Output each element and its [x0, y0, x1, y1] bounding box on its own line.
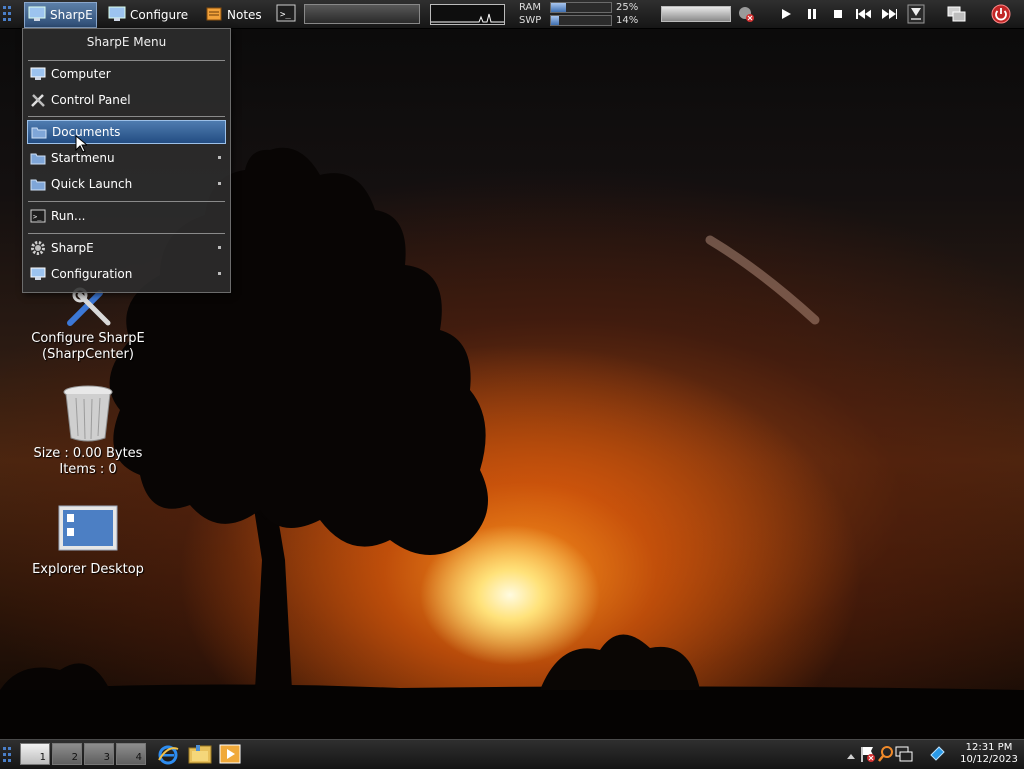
explorer-desktop-label: Explorer Desktop: [32, 562, 144, 577]
media-player-taskbar-icon[interactable]: [219, 744, 241, 767]
configure-sharpe-shortcut[interactable]: Configure SharpE (SharpCenter): [3, 285, 173, 363]
ram-label: RAM: [519, 2, 542, 13]
configure-button[interactable]: Configure: [104, 2, 192, 28]
swp-percent: 14%: [616, 15, 639, 26]
swp-meter-fill: [551, 16, 560, 25]
recycle-size-label: Size : 0.00 Bytes: [33, 446, 143, 461]
terminal-icon: >_: [30, 208, 46, 224]
sharpe-label: SharpE: [50, 8, 93, 22]
notes-icon: [205, 6, 223, 25]
next-icon[interactable]: [881, 6, 897, 22]
sharpe-menu: SharpE Menu Computer Control Panel Docum…: [22, 28, 231, 293]
trash-icon: [3, 384, 173, 446]
monitor-icon: [108, 6, 126, 25]
menu-item-label: Configuration: [51, 267, 133, 281]
ram-percent: 25%: [616, 2, 639, 13]
menu-item-label: Computer: [51, 67, 111, 81]
menu-separator: [28, 60, 225, 61]
submenu-indicator: [218, 272, 221, 275]
notes-button[interactable]: Notes: [201, 2, 266, 28]
play-icon[interactable]: [778, 6, 794, 22]
workspace-number: 2: [71, 752, 78, 763]
bottom-taskbar: 1 2 3 4 12:31 PM 10/12/2023: [0, 739, 1024, 769]
workspace-2[interactable]: 2: [52, 743, 82, 765]
stop-icon[interactable]: [830, 6, 846, 22]
clock-date: 10/12/2023: [960, 754, 1018, 765]
menu-item-sharpe[interactable]: SharpE: [27, 236, 226, 260]
top-taskbar: SharpE Configure Notes >_ RAM SWP 25% 14…: [0, 0, 1024, 29]
ram-meter-fill: [551, 3, 566, 12]
menu-item-label: Run...: [51, 209, 86, 223]
show-windows-icon[interactable]: [947, 5, 967, 23]
explorer-desktop-icon: [3, 504, 173, 562]
internet-explorer-icon[interactable]: [157, 743, 179, 768]
menu-item-label: Control Panel: [51, 93, 131, 107]
swp-label: SWP: [519, 15, 542, 26]
search-icon[interactable]: [878, 745, 894, 766]
terminal-button[interactable]: >_: [276, 2, 296, 26]
explorer-desktop-shortcut[interactable]: Explorer Desktop: [3, 504, 173, 578]
workspace-4[interactable]: 4: [116, 743, 146, 765]
menu-item-computer[interactable]: Computer: [27, 62, 226, 86]
tray-expand-icon[interactable]: [846, 749, 856, 763]
grip-icon[interactable]: [2, 2, 14, 26]
terminal-icon: >_: [276, 4, 296, 25]
network-icon[interactable]: [895, 745, 913, 766]
menu-separator: [28, 116, 225, 117]
file-explorer-icon[interactable]: [188, 743, 212, 768]
monitor-icon: [30, 66, 46, 82]
workspace-number: 4: [135, 752, 142, 763]
previous-icon[interactable]: [855, 6, 871, 22]
menu-title: SharpE Menu: [86, 35, 167, 49]
configure-shortcut-label-1: Configure SharpE: [31, 331, 145, 346]
power-icon[interactable]: [991, 4, 1011, 24]
configure-shortcut-label-2: (SharpCenter): [42, 347, 134, 362]
clock-time: 12:31 PM: [965, 742, 1013, 753]
media-player-icon[interactable]: [907, 4, 925, 24]
menu-item-configuration[interactable]: Configuration: [27, 262, 226, 286]
grip-icon[interactable]: [2, 745, 14, 768]
configure-label: Configure: [130, 8, 189, 22]
svg-text:>_: >_: [33, 213, 42, 221]
menu-item-startmenu[interactable]: Startmenu: [27, 146, 226, 170]
folder-icon: [30, 176, 46, 192]
menu-item-run[interactable]: >_ Run...: [27, 204, 226, 228]
submenu-indicator: [218, 156, 221, 159]
svg-text:>_: >_: [280, 10, 291, 20]
pause-icon[interactable]: [804, 6, 820, 22]
ram-meter: [550, 2, 612, 13]
menu-item-control-panel[interactable]: Control Panel: [27, 88, 226, 112]
folder-icon: [31, 124, 47, 140]
submenu-indicator: [218, 246, 221, 249]
monitor-icon: [28, 6, 46, 25]
cpu-graph: [430, 4, 505, 25]
menu-separator: [28, 201, 225, 202]
submenu-indicator: [218, 182, 221, 185]
volume-bar[interactable]: [661, 6, 731, 22]
menu-item-quick-launch[interactable]: Quick Launch: [27, 172, 226, 196]
taskbar-clock[interactable]: 12:31 PM 10/12/2023: [958, 742, 1020, 766]
monitor-icon: [30, 266, 46, 282]
menu-item-documents[interactable]: Documents: [27, 120, 226, 144]
recycle-items-label: Items : 0: [59, 462, 117, 477]
menu-item-label: SharpE: [51, 241, 94, 255]
notes-label: Notes: [227, 8, 262, 22]
swp-meter: [550, 15, 612, 26]
folder-icon: [30, 150, 46, 166]
media-disconnected-icon[interactable]: [738, 6, 754, 22]
menu-item-label: Quick Launch: [51, 177, 133, 191]
sharpe-tray-icon[interactable]: [928, 745, 946, 766]
workspace-number: 3: [103, 752, 110, 763]
sharpe-menu-button[interactable]: SharpE: [24, 2, 97, 28]
tools-icon: [30, 92, 46, 108]
mouse-cursor: [75, 134, 89, 156]
workspace-3[interactable]: 3: [84, 743, 114, 765]
workspace-1[interactable]: 1: [20, 743, 50, 765]
workspace-number: 1: [39, 752, 46, 763]
gear-icon: [30, 240, 46, 256]
command-box[interactable]: [304, 4, 420, 24]
action-center-flag-icon[interactable]: [860, 745, 876, 766]
menu-separator: [28, 233, 225, 234]
recycle-bin-shortcut[interactable]: Size : 0.00 Bytes Items : 0: [3, 384, 173, 478]
